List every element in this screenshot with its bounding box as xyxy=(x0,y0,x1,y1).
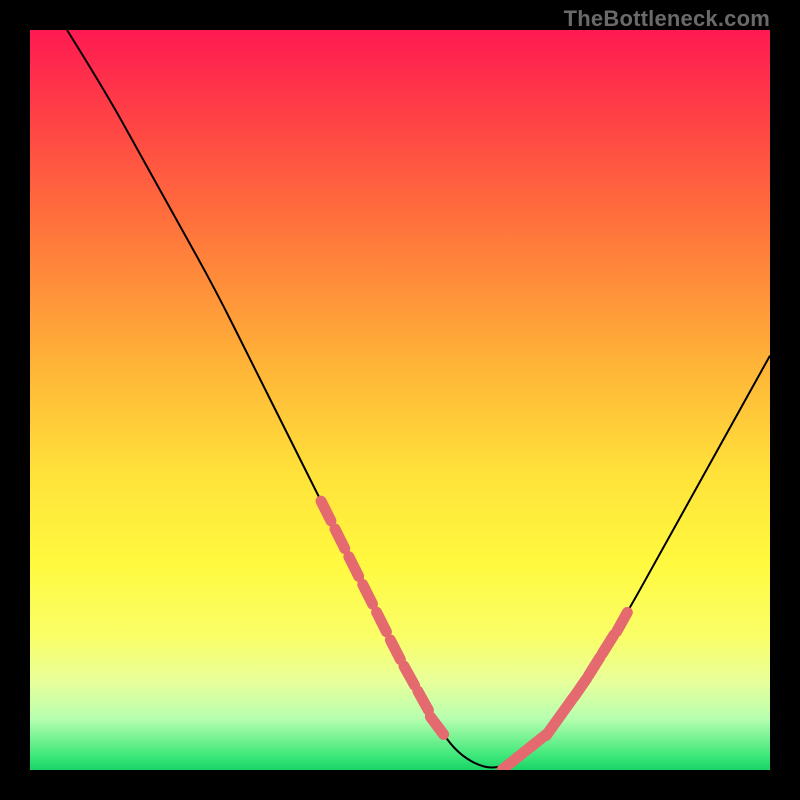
outer-frame: TheBottleneck.com xyxy=(0,0,800,800)
curve-marker xyxy=(588,657,600,676)
curve-marker xyxy=(390,640,400,660)
curve-marker xyxy=(321,501,331,521)
curve-marker xyxy=(418,691,429,710)
curve-marker xyxy=(574,679,587,697)
marker-layer xyxy=(321,501,627,769)
curve-marker xyxy=(335,529,345,549)
plot-area xyxy=(30,30,770,770)
curve-layer xyxy=(67,30,770,768)
curve-marker xyxy=(602,635,614,654)
curve-marker xyxy=(349,557,359,577)
bottleneck-curve xyxy=(67,30,770,768)
curve-marker xyxy=(617,612,628,631)
watermark-text: TheBottleneck.com xyxy=(564,6,770,32)
curve-marker xyxy=(404,666,415,685)
curve-marker xyxy=(363,584,373,604)
curve-marker xyxy=(377,612,387,632)
curve-marker xyxy=(430,717,443,735)
chart-svg xyxy=(30,30,770,770)
